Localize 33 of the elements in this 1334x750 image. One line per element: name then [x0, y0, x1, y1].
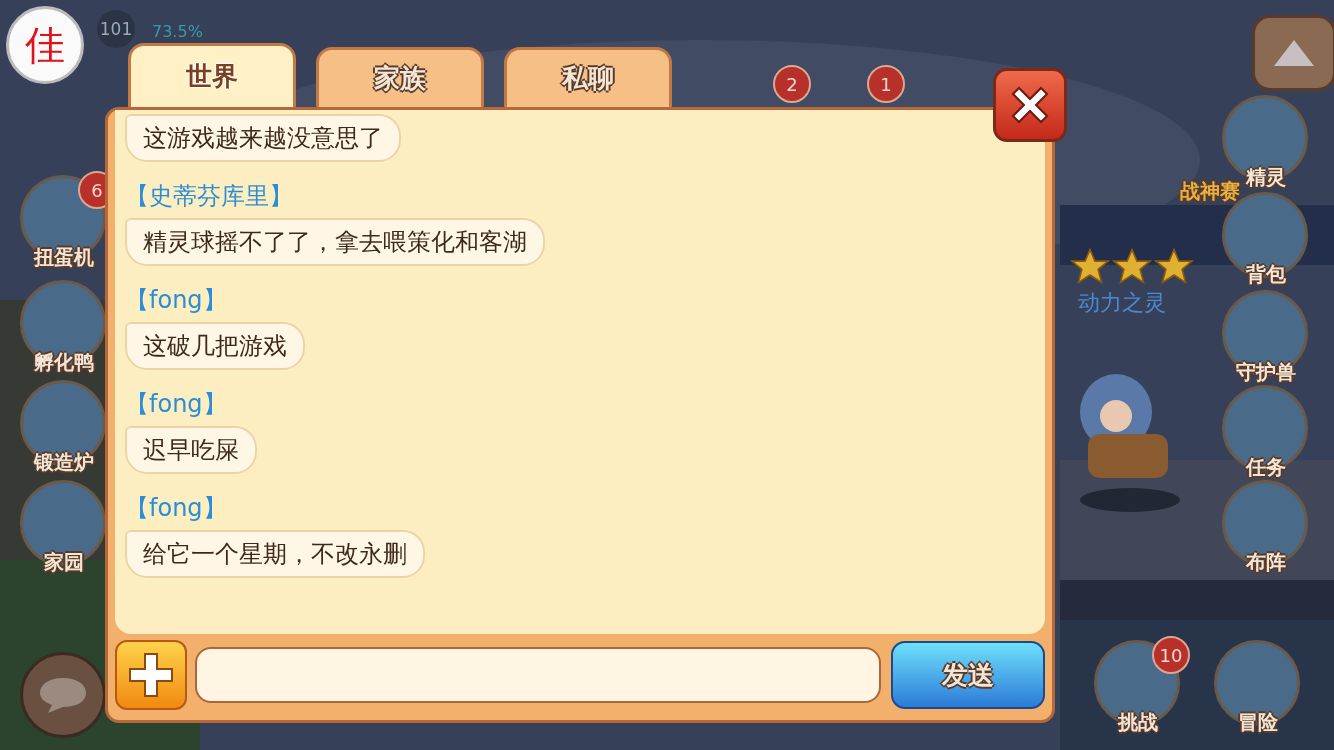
exp-percent: 73.5% — [152, 22, 203, 41]
plus-icon — [126, 650, 176, 700]
add-button[interactable] — [115, 640, 187, 710]
sender-name: 【fong】 — [125, 285, 227, 316]
chat-tab[interactable]: 世界 — [128, 43, 296, 107]
scene-label: 战神赛 — [1180, 178, 1240, 205]
menu-label[interactable]: 任务 — [1222, 454, 1310, 481]
message-input[interactable] — [195, 647, 881, 703]
star-icon — [1070, 248, 1110, 284]
menu-label[interactable]: 扭蛋机 — [20, 244, 108, 271]
sender-name: 【fong】 — [125, 389, 227, 420]
star-icon — [1154, 248, 1194, 284]
menu-label[interactable]: 背包 — [1222, 261, 1310, 288]
speech-bubble-icon — [38, 675, 88, 715]
chat-message: 给它一个星期，不改永删 — [125, 530, 425, 578]
menu-label[interactable]: 挑战 — [1094, 709, 1182, 736]
menu-label[interactable]: 布阵 — [1222, 549, 1310, 576]
menu-label[interactable]: 守护兽 — [1222, 359, 1310, 386]
menu-label[interactable]: 冒险 — [1214, 709, 1302, 736]
star-icon — [1112, 248, 1152, 284]
sender-name: 【fong】 — [125, 493, 227, 524]
sender-name: 【史蒂芬库里】 — [125, 181, 293, 212]
up-arrow-icon — [1272, 38, 1316, 68]
chat-message: 迟早吃屎 — [125, 426, 257, 474]
chat-message: 精灵球摇不了了，拿去喂策化和客湖 — [125, 218, 545, 266]
menu-label[interactable]: 锻造炉 — [20, 449, 108, 476]
scene-label: 动力之灵 — [1078, 289, 1166, 317]
menu-label[interactable]: 家园 — [20, 549, 108, 576]
collapse-button[interactable] — [1252, 15, 1334, 91]
close-button[interactable] — [993, 68, 1067, 142]
menu-label[interactable]: 孵化鸭 — [20, 349, 108, 376]
chat-message: 这游戏越来越没意思了 — [125, 114, 401, 162]
chat-message: 这破几把游戏 — [125, 322, 305, 370]
